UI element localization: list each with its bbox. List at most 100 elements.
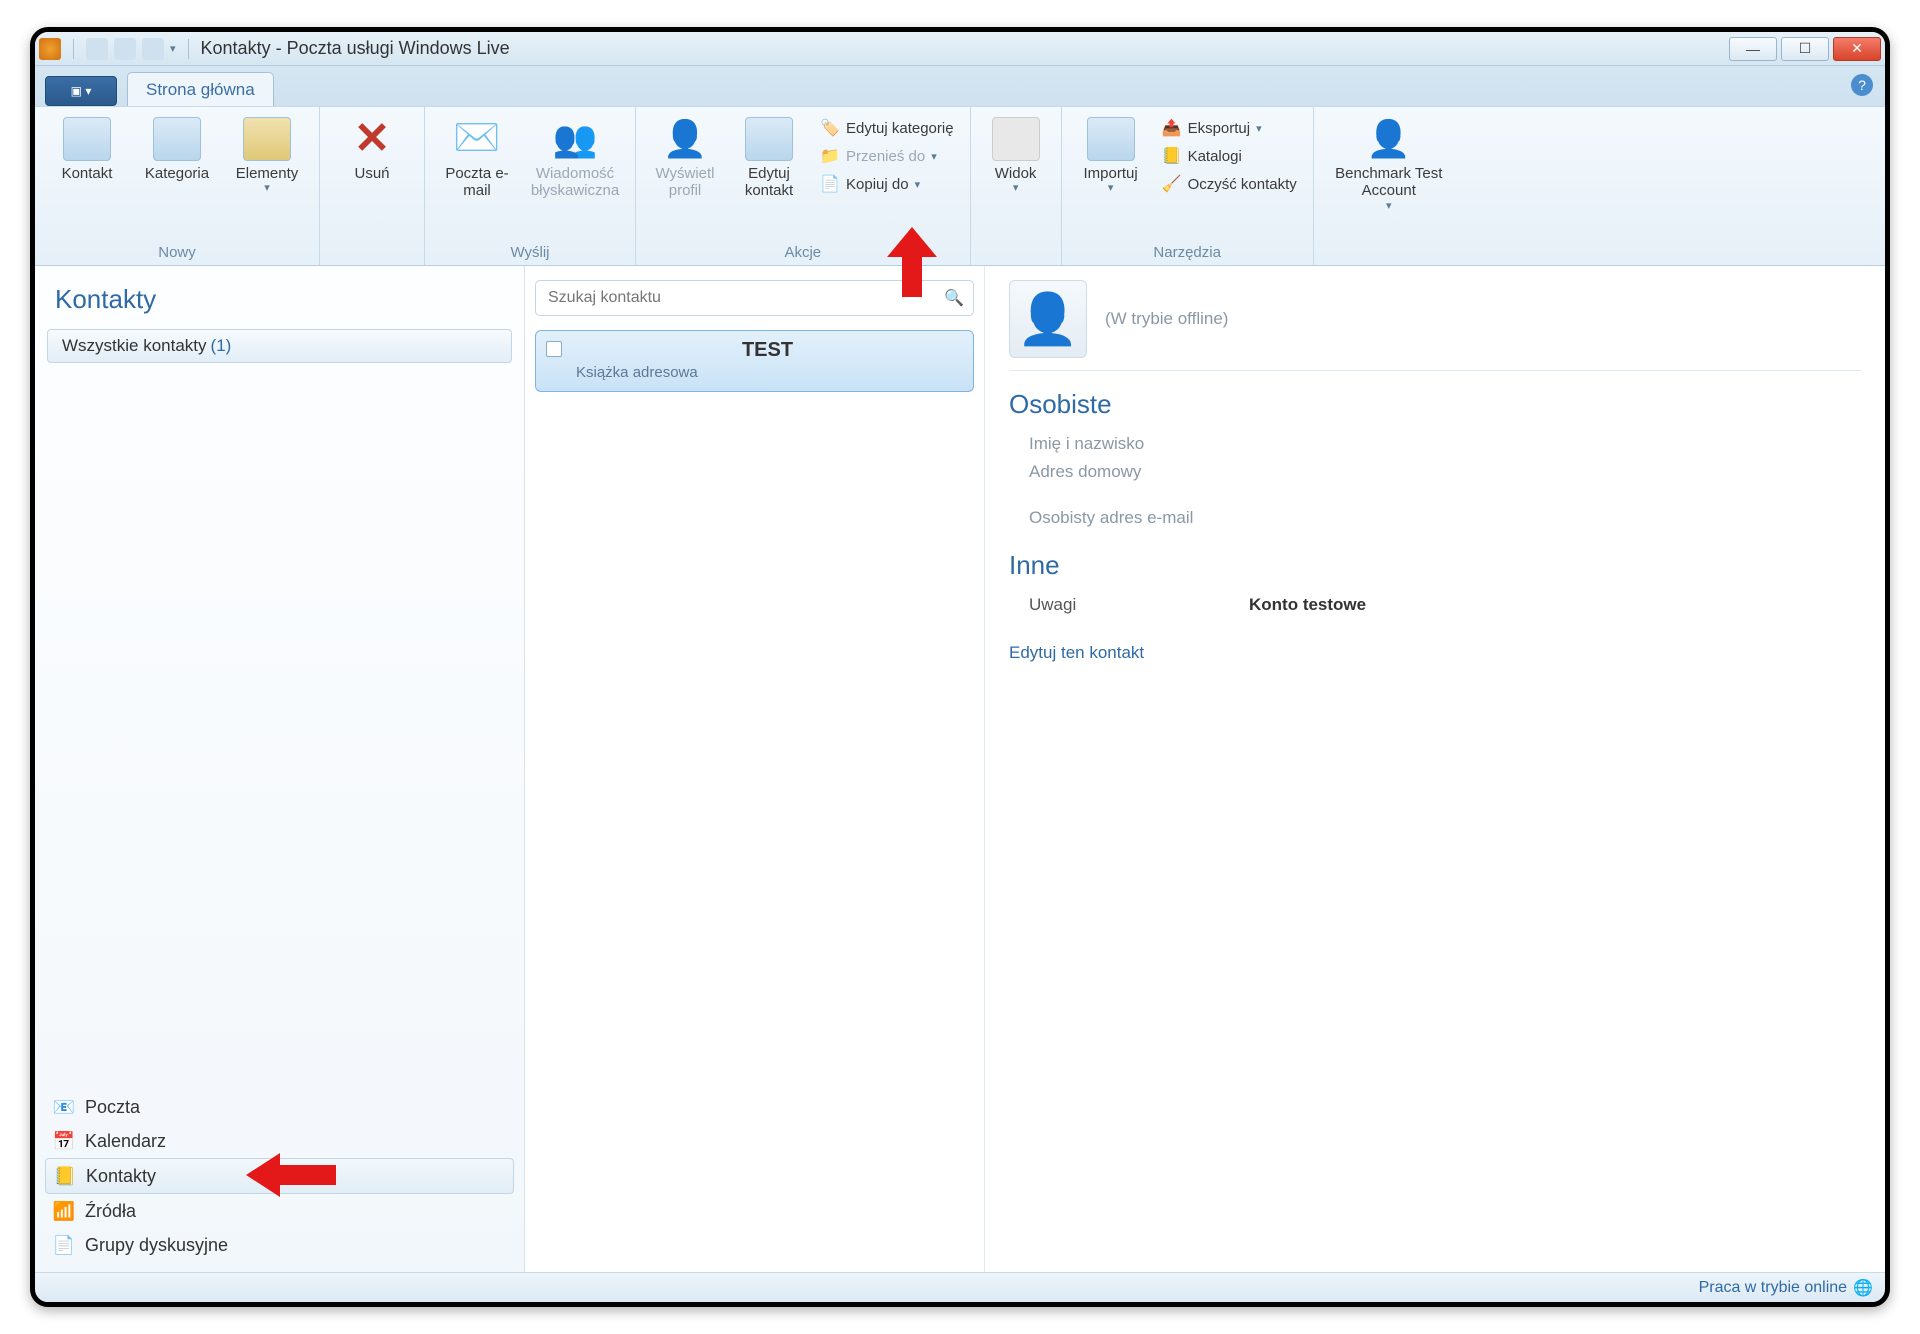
- contact-list-column: 🔍 TEST Książka adresowa: [525, 266, 985, 1272]
- import-icon: [1087, 117, 1135, 161]
- ribbon-small-label: Eksportuj: [1188, 120, 1251, 137]
- items-icon: [243, 117, 291, 161]
- section-header-inne: Inne: [1009, 550, 1861, 581]
- sidebar-all-contacts[interactable]: Wszystkie kontakty (1): [47, 329, 512, 363]
- group-label: Akcje: [784, 242, 821, 263]
- nav-item-grupy[interactable]: 📄Grupy dyskusyjne: [45, 1228, 514, 1262]
- help-icon[interactable]: ?: [1851, 74, 1873, 96]
- ribbon-elementy-button[interactable]: Elementy: [225, 113, 309, 199]
- calendar-icon: 📅: [53, 1130, 75, 1152]
- ribbon-kopiuj-button[interactable]: 📄Kopiuj do: [814, 171, 960, 197]
- export-icon: 📤: [1162, 118, 1182, 138]
- ribbon-profil-button[interactable]: 👤 Wyświetl profil: [646, 113, 724, 204]
- ribbon-small-label: Kopiuj do: [846, 176, 909, 193]
- sidebar: Kontakty Wszystkie kontakty (1) 📧Poczta …: [35, 266, 525, 1272]
- tab-home[interactable]: Strona główna: [127, 72, 274, 106]
- ribbon-label: Widok: [995, 165, 1037, 182]
- ribbon-edytuj-kontakt-button[interactable]: Edytuj kontakt: [730, 113, 808, 204]
- ribbon-small-label: Katalogi: [1188, 148, 1242, 165]
- ribbon-label: Kontakt: [62, 165, 113, 182]
- tab-label: Strona główna: [146, 80, 255, 100]
- nav-item-poczta[interactable]: 📧 Poczta: [45, 1090, 514, 1124]
- group-label: Wyślij: [510, 242, 549, 263]
- ribbon-importuj-button[interactable]: Importuj: [1072, 113, 1150, 199]
- annotation-arrow-icon: [887, 227, 937, 297]
- im-icon: 👥: [551, 117, 599, 161]
- nav-label: Źródła: [85, 1201, 136, 1222]
- globe-icon: 🌐: [1853, 1278, 1873, 1298]
- catalog-icon: 📒: [1162, 146, 1182, 166]
- separator: [188, 39, 189, 59]
- delete-icon: ✕: [348, 117, 396, 161]
- account-icon: 👤: [1365, 117, 1413, 161]
- tab-row: ▣ ▾ Strona główna ?: [35, 66, 1885, 106]
- ribbon-katalogi-button[interactable]: 📒 Katalogi: [1156, 143, 1303, 169]
- ribbon-edytuj-kategorie-button[interactable]: 🏷️Edytuj kategorię: [814, 115, 960, 141]
- ribbon-label: Usuń: [354, 165, 389, 182]
- ribbon-kontakt-button[interactable]: Kontakt: [45, 113, 129, 186]
- group-label: [370, 242, 374, 263]
- ribbon-email-button[interactable]: ✉️ Poczta e-mail: [435, 113, 519, 204]
- mail-icon: 📧: [53, 1096, 75, 1118]
- nav-label: Kalendarz: [85, 1131, 166, 1152]
- annotation-arrow-icon: [246, 1153, 336, 1197]
- qat-new-icon[interactable]: [86, 38, 108, 60]
- checkbox[interactable]: [546, 341, 562, 357]
- ribbon-label: Edytuj kontakt: [732, 165, 806, 200]
- titlebar: ▾ Kontakty - Poczta usługi Windows Live …: [35, 32, 1885, 66]
- ribbon-small-label: Przenieś do: [846, 148, 925, 165]
- nav-label: Kontakty: [86, 1166, 156, 1187]
- clean-icon: 🧹: [1162, 174, 1182, 194]
- qat-home-icon[interactable]: [114, 38, 136, 60]
- ribbon-label: Importuj: [1083, 165, 1137, 182]
- maximize-button[interactable]: ☐: [1781, 37, 1829, 61]
- view-icon: [992, 117, 1040, 161]
- ribbon-label: Wiadomość błyskawiczna: [527, 165, 623, 200]
- nav-label: Poczta: [85, 1097, 140, 1118]
- ribbon-widok-button[interactable]: Widok: [981, 113, 1051, 199]
- ribbon-account-button[interactable]: 👤 Benchmark Test Account: [1324, 113, 1454, 216]
- app-menu-button[interactable]: ▣ ▾: [45, 76, 117, 106]
- close-button[interactable]: ✕: [1833, 37, 1881, 61]
- app-window: ▾ Kontakty - Poczta usługi Windows Live …: [30, 27, 1890, 1307]
- nav-item-zrodla[interactable]: 📶Źródła: [45, 1194, 514, 1228]
- ribbon-oczysc-button[interactable]: 🧹 Oczyść kontakty: [1156, 171, 1303, 197]
- status-online-text: Praca w trybie online: [1699, 1279, 1848, 1297]
- ribbon-usun-button[interactable]: ✕ Usuń: [330, 113, 414, 186]
- ribbon-label: Kategoria: [145, 165, 209, 182]
- presence-status: (W trybie offline): [1105, 309, 1228, 329]
- field-address-label: Adres domowy: [1009, 458, 1861, 486]
- field-name-label: Imię i nazwisko: [1009, 430, 1861, 458]
- field-uwagi-value: Konto testowe: [1249, 595, 1366, 615]
- ribbon-small-label: Oczyść kontakty: [1188, 176, 1297, 193]
- profile-icon: 👤: [661, 117, 709, 161]
- field-uwagi-label: Uwagi: [1029, 595, 1249, 615]
- edit-contact-icon: [745, 117, 793, 161]
- sidebar-all-label: Wszystkie kontakty: [62, 336, 207, 356]
- qat-print-icon[interactable]: [142, 38, 164, 60]
- ribbon-im-button[interactable]: 👥 Wiadomość błyskawiczna: [525, 113, 625, 204]
- ribbon-label: Benchmark Test Account: [1326, 165, 1452, 200]
- minimize-button[interactable]: —: [1729, 37, 1777, 61]
- contact-list-item[interactable]: TEST Książka adresowa: [535, 330, 974, 392]
- sidebar-title: Kontakty: [35, 266, 524, 325]
- contact-name: TEST: [576, 339, 959, 362]
- field-email-label: Osobisty adres e-mail: [1009, 504, 1861, 532]
- ribbon-group-nowy: Kontakt Kategoria Elementy Nowy: [35, 107, 320, 265]
- contacts-icon: 📒: [54, 1165, 76, 1187]
- ribbon-group-widok: Widok: [971, 107, 1062, 265]
- ribbon-label: Elementy: [236, 165, 299, 182]
- search-icon[interactable]: 🔍: [944, 288, 964, 308]
- main-body: Kontakty Wszystkie kontakty (1) 📧Poczta …: [35, 266, 1885, 1272]
- move-icon: 📁: [820, 146, 840, 166]
- window-title: Kontakty - Poczta usługi Windows Live: [201, 38, 1729, 59]
- sidebar-all-count: (1): [211, 336, 232, 356]
- ribbon-eksportuj-button[interactable]: 📤 Eksportuj: [1156, 115, 1303, 141]
- ribbon-przenies-button[interactable]: 📁 Przenieś do: [814, 143, 960, 169]
- group-label: Nowy: [158, 242, 196, 263]
- contact-subtitle: Książka adresowa: [576, 364, 959, 381]
- nav-item-kontakty[interactable]: 📒 Kontakty: [45, 1158, 514, 1194]
- ribbon-kategoria-button[interactable]: Kategoria: [135, 113, 219, 186]
- edit-contact-link[interactable]: Edytuj ten kontakt: [1009, 643, 1144, 663]
- qat-dropdown-icon[interactable]: ▾: [170, 42, 176, 55]
